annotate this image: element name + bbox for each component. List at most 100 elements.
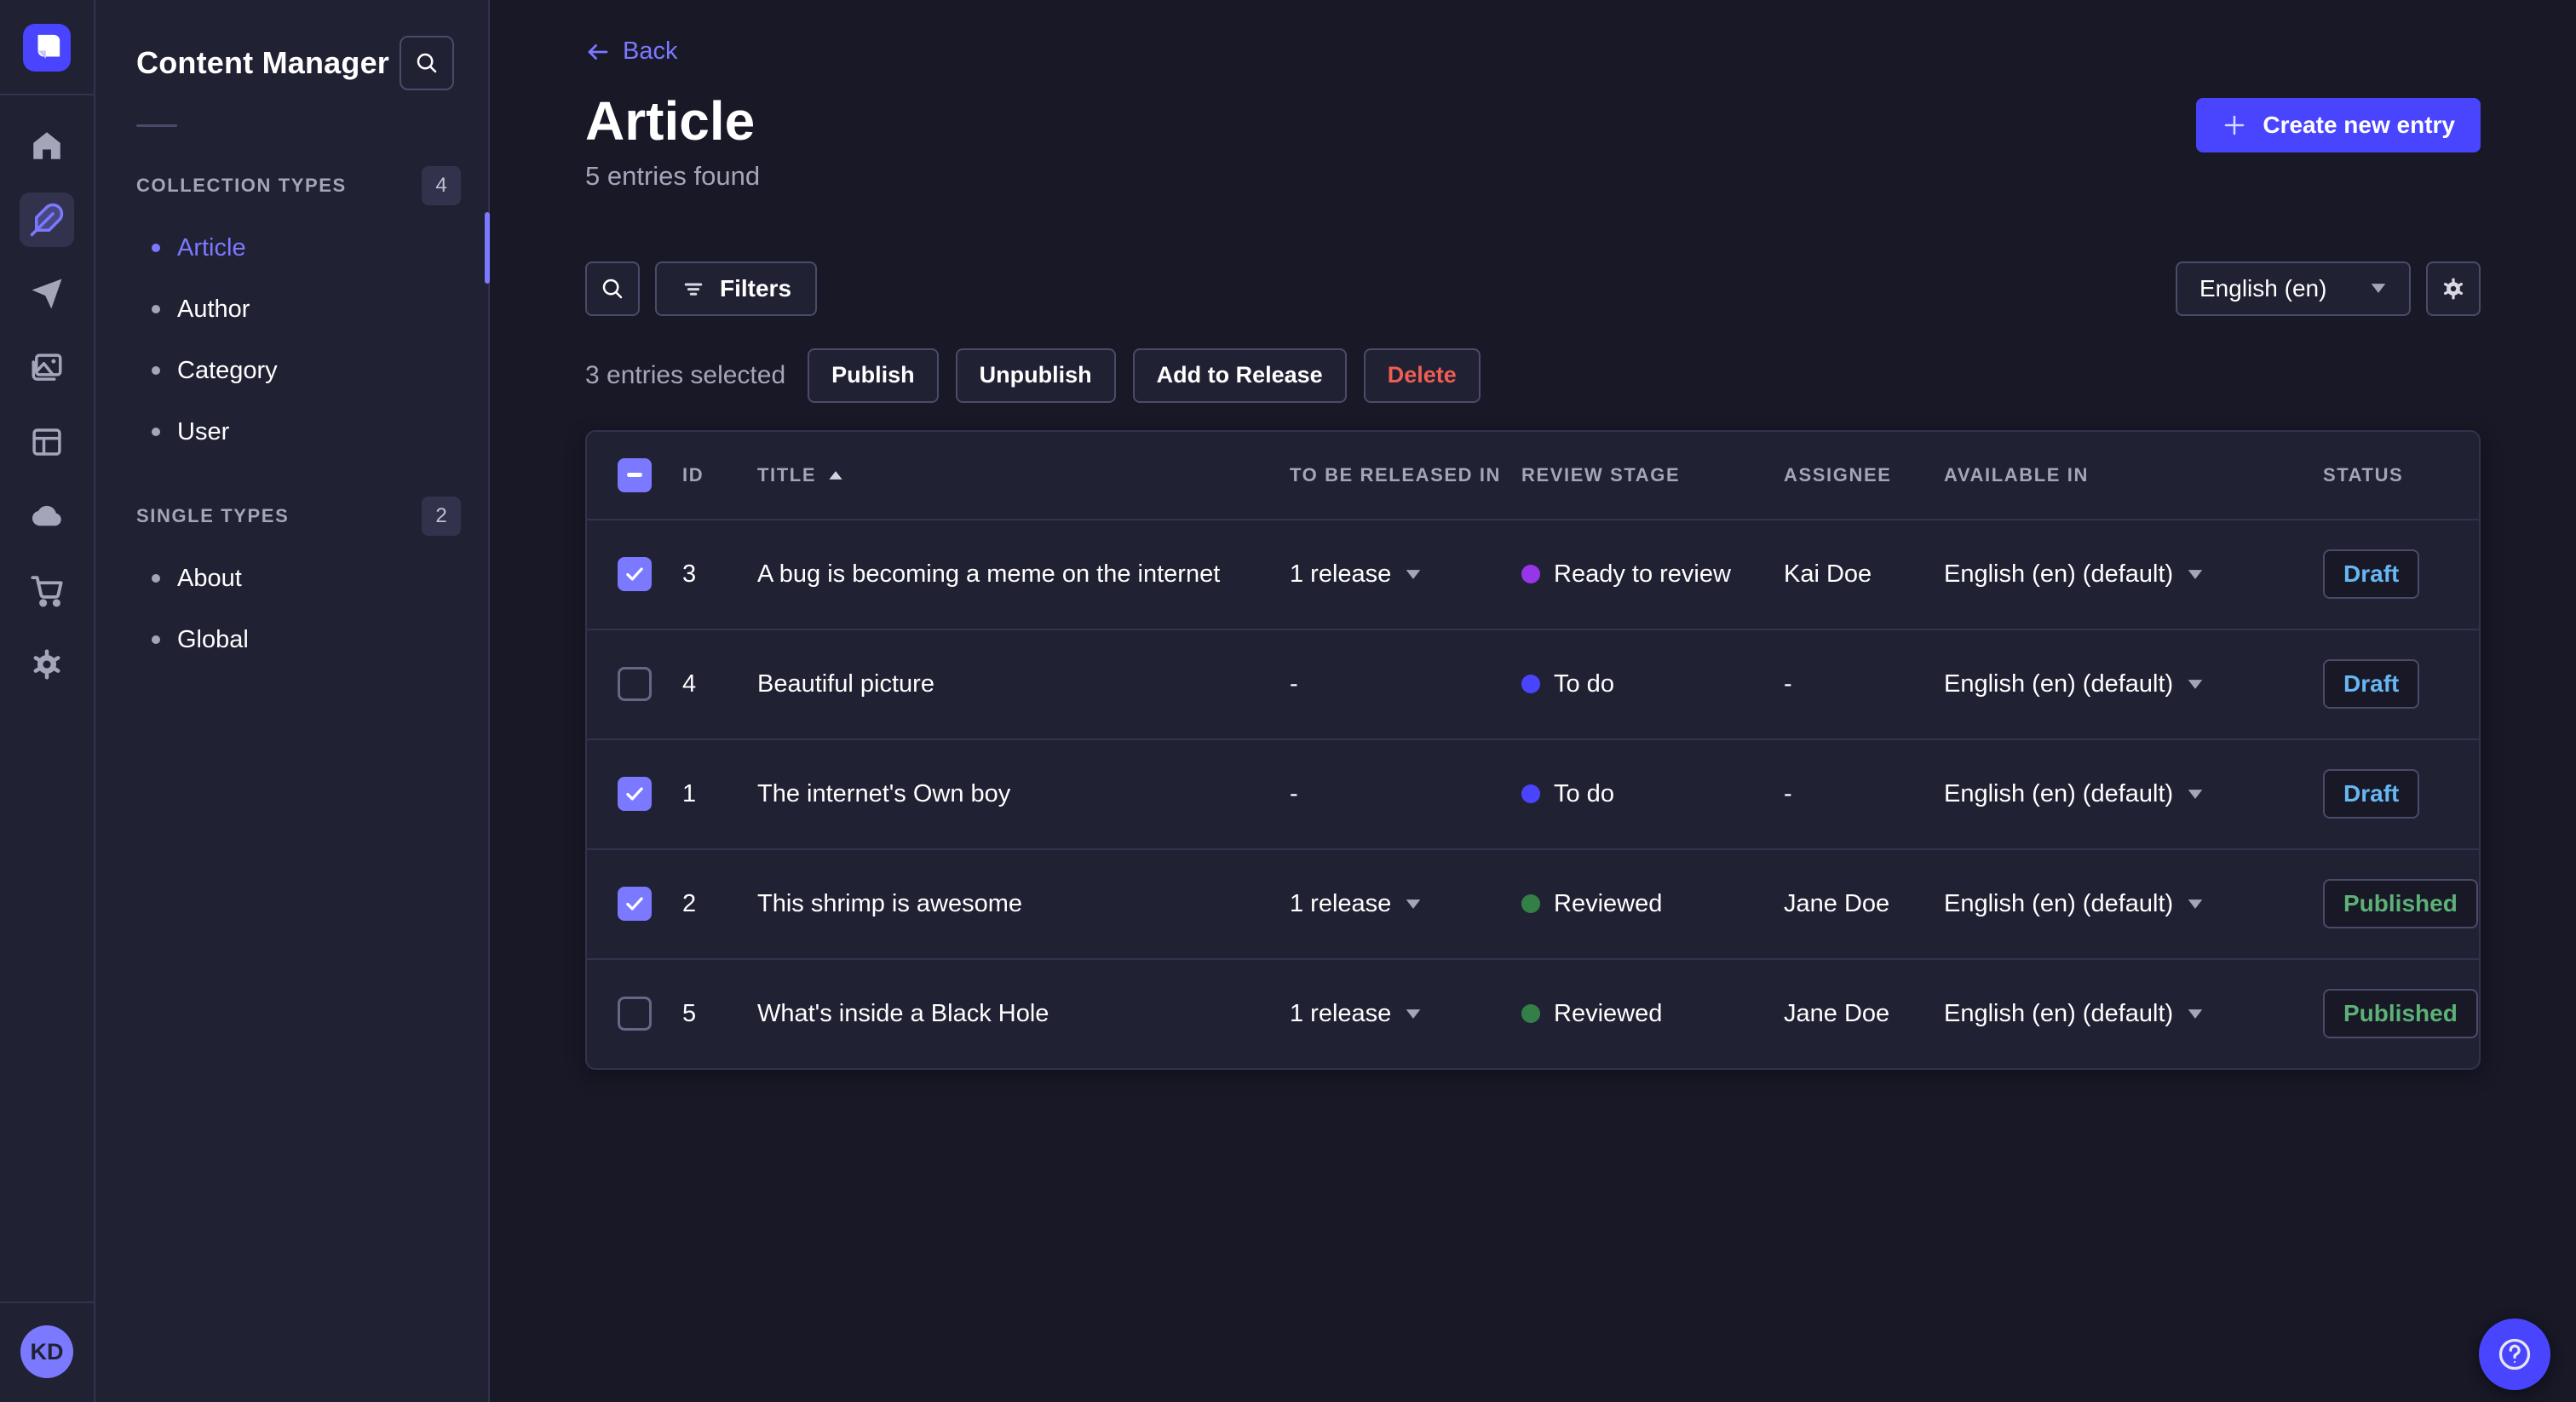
sidebar-item-article[interactable]: Article bbox=[95, 217, 488, 279]
cell-review-stage: To do bbox=[1521, 670, 1784, 698]
row-checkbox[interactable] bbox=[618, 777, 652, 811]
cell-to-be-released-in[interactable]: - bbox=[1290, 780, 1521, 808]
locale-chevron-icon[interactable] bbox=[2187, 899, 2204, 910]
sidebar-item-label: Author bbox=[177, 295, 250, 323]
collection-types-list: Article Author Category User bbox=[95, 217, 488, 463]
filters-button[interactable]: Filters bbox=[655, 261, 818, 316]
column-header-to-be-released-in[interactable]: TO BE RELEASED IN bbox=[1290, 464, 1521, 486]
sidebar-item-global[interactable]: Global bbox=[95, 609, 488, 670]
cell-available-in[interactable]: English (en) (default) bbox=[1944, 780, 2323, 808]
unpublish-button[interactable]: Unpublish bbox=[955, 348, 1116, 403]
delete-button[interactable]: Delete bbox=[1363, 348, 1481, 403]
sidebar-search-button[interactable] bbox=[400, 36, 454, 90]
sidebar-item-category[interactable]: Category bbox=[95, 340, 488, 401]
locale-chevron-icon[interactable] bbox=[2187, 1008, 2204, 1020]
nav-content-type-builder[interactable] bbox=[20, 415, 74, 469]
table-body: 3 A bug is becoming a meme on the intern… bbox=[587, 518, 2479, 1068]
bullet-icon bbox=[152, 574, 160, 583]
paper-plane-icon bbox=[32, 279, 62, 309]
column-header-title[interactable]: TITLE bbox=[757, 464, 1290, 486]
table-row[interactable]: 4 Beautiful picture - To do - English (e… bbox=[587, 628, 2479, 738]
main-content: Back Article Create new entry 5 entries … bbox=[490, 0, 2576, 1402]
sidebar-item-author[interactable]: Author bbox=[95, 279, 488, 340]
section-label: COLLECTION TYPES bbox=[136, 175, 347, 196]
cell-to-be-released-in[interactable]: 1 release bbox=[1290, 890, 1521, 918]
cell-id: 5 bbox=[682, 999, 697, 1027]
cell-id: 4 bbox=[682, 669, 697, 698]
nav-settings[interactable] bbox=[20, 637, 74, 692]
entries-count-subtitle: 5 entries found bbox=[585, 160, 761, 191]
locale-chevron-icon[interactable] bbox=[2187, 789, 2204, 800]
question-mark-icon bbox=[2498, 1338, 2531, 1370]
section-count-badge: 4 bbox=[422, 166, 461, 205]
release-chevron-icon[interactable] bbox=[1405, 1008, 1422, 1020]
status-badge: Published bbox=[2323, 989, 2478, 1038]
arrow-left-icon bbox=[588, 43, 608, 60]
cell-to-be-released-in[interactable]: 1 release bbox=[1290, 1000, 1521, 1028]
shopping-cart-icon bbox=[31, 576, 63, 607]
stage-dot bbox=[1521, 784, 1540, 803]
bullet-icon bbox=[152, 366, 160, 375]
table-row[interactable]: 1 The internet's Own boy - To do - Engli… bbox=[587, 738, 2479, 848]
locale-chevron-icon[interactable] bbox=[2187, 679, 2204, 690]
status-badge: Draft bbox=[2323, 769, 2420, 819]
nav-media-library[interactable] bbox=[20, 341, 74, 395]
sidebar-item-label: Global bbox=[177, 625, 249, 653]
back-link[interactable]: Back bbox=[585, 37, 677, 66]
table-row[interactable]: 3 A bug is becoming a meme on the intern… bbox=[587, 518, 2479, 629]
row-checkbox[interactable] bbox=[618, 997, 652, 1031]
release-chevron-icon[interactable] bbox=[1405, 569, 1422, 580]
cell-available-in[interactable]: English (en) (default) bbox=[1944, 670, 2323, 698]
toolbar: Filters English (en) bbox=[585, 261, 2481, 316]
sidebar-item-label: About bbox=[177, 564, 242, 592]
locale-chevron-icon[interactable] bbox=[2187, 569, 2204, 580]
cell-available-in[interactable]: English (en) (default) bbox=[1944, 1000, 2323, 1028]
nav-releases[interactable] bbox=[20, 267, 74, 321]
nav-content-manager[interactable] bbox=[20, 192, 74, 247]
column-header-status[interactable]: STATUS bbox=[2323, 464, 2448, 486]
row-checkbox[interactable] bbox=[618, 887, 652, 921]
nav-home[interactable] bbox=[20, 118, 74, 173]
row-checkbox[interactable] bbox=[618, 557, 652, 591]
user-avatar[interactable]: KD bbox=[20, 1325, 73, 1378]
single-types-section: SINGLE TYPES 2 About Global bbox=[95, 497, 488, 670]
stage-dot bbox=[1521, 1004, 1540, 1023]
cell-to-be-released-in[interactable]: - bbox=[1290, 670, 1521, 698]
filter-icon bbox=[684, 283, 703, 296]
nav-deploy[interactable] bbox=[20, 489, 74, 543]
locale-select[interactable]: English (en) bbox=[2176, 261, 2411, 316]
create-new-entry-button[interactable]: Create new entry bbox=[2196, 97, 2481, 152]
row-checkbox[interactable] bbox=[618, 667, 652, 701]
bullet-icon bbox=[152, 244, 160, 252]
sidebar-item-label: User bbox=[177, 417, 230, 445]
sidebar-item-label: Article bbox=[177, 233, 246, 261]
help-button[interactable] bbox=[2479, 1319, 2550, 1390]
strapi-logo[interactable] bbox=[23, 24, 71, 72]
column-header-available-in[interactable]: AVAILABLE IN bbox=[1944, 464, 2323, 486]
selection-bar: 3 entries selected Publish Unpublish Add… bbox=[585, 348, 2481, 403]
column-header-assignee[interactable]: ASSIGNEE bbox=[1784, 464, 1944, 486]
stage-dot bbox=[1521, 565, 1540, 583]
column-header-id[interactable]: ID bbox=[682, 464, 757, 486]
table-row[interactable]: 2 This shrimp is awesome 1 release Revie… bbox=[587, 848, 2479, 958]
cell-to-be-released-in[interactable]: 1 release bbox=[1290, 560, 1521, 589]
column-header-review-stage[interactable]: REVIEW STAGE bbox=[1521, 464, 1784, 486]
sidebar-item-about[interactable]: About bbox=[95, 548, 488, 609]
search-button[interactable] bbox=[585, 261, 640, 316]
nav-marketplace[interactable] bbox=[20, 563, 74, 618]
cell-status: Draft bbox=[2323, 549, 2448, 599]
rail-bottom-divider bbox=[0, 1301, 94, 1303]
select-all-checkbox[interactable] bbox=[618, 457, 652, 492]
table-row[interactable]: 5 What's inside a Black Hole 1 release R… bbox=[587, 957, 2479, 1068]
gear-icon bbox=[2443, 278, 2464, 299]
view-settings-button[interactable] bbox=[2426, 261, 2481, 316]
status-badge: Published bbox=[2323, 879, 2478, 928]
cell-available-in[interactable]: English (en) (default) bbox=[1944, 890, 2323, 918]
cell-review-stage: Reviewed bbox=[1521, 890, 1784, 918]
sidebar-rule bbox=[136, 124, 177, 127]
cell-available-in[interactable]: English (en) (default) bbox=[1944, 560, 2323, 589]
release-chevron-icon[interactable] bbox=[1405, 899, 1422, 910]
sidebar-item-user[interactable]: User bbox=[95, 401, 488, 463]
add-to-release-button[interactable]: Add to Release bbox=[1132, 348, 1347, 403]
publish-button[interactable]: Publish bbox=[808, 348, 939, 403]
